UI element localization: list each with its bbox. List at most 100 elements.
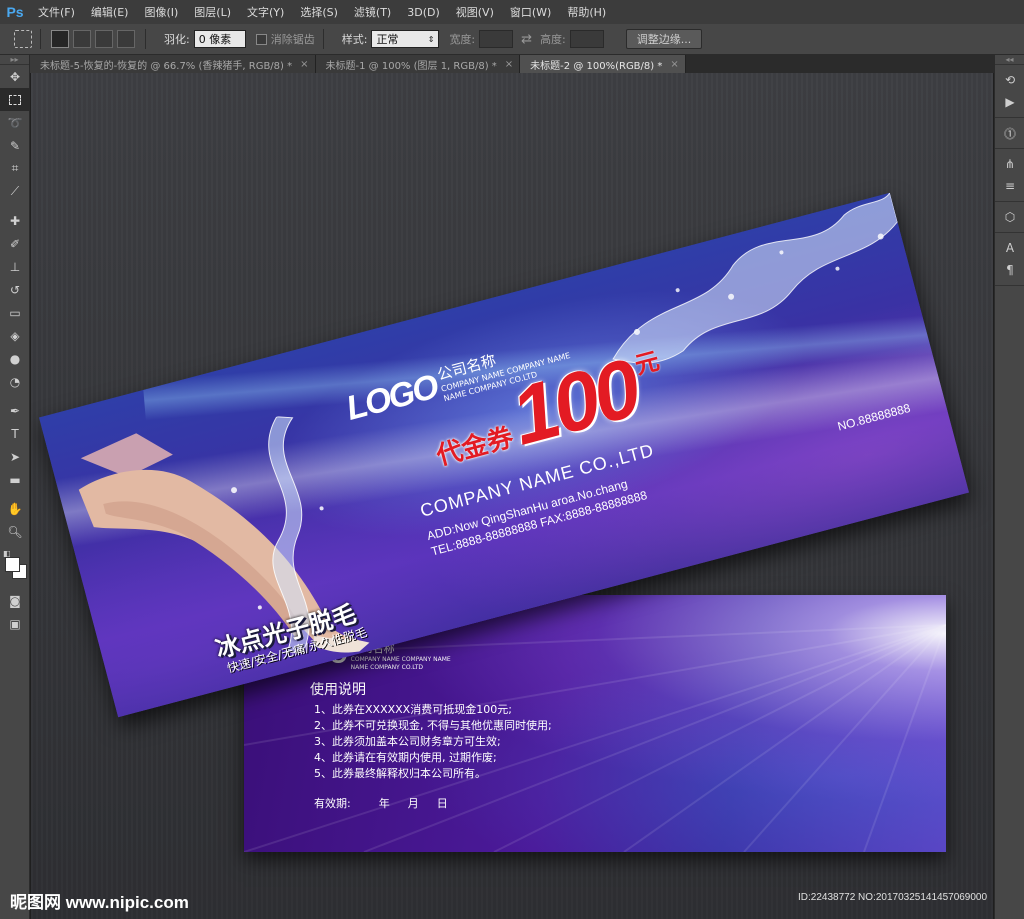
marquee-preset-icon[interactable] [14, 30, 32, 48]
new-selection-icon[interactable] [51, 30, 69, 48]
3d-panel-icon[interactable]: ⬡ [995, 206, 1024, 228]
antialias-checkbox[interactable] [255, 33, 267, 45]
swap-dimensions-icon[interactable]: ⇄ [521, 32, 532, 47]
panel-grip-icon[interactable]: ▸▸ [0, 55, 29, 65]
tab-document-2[interactable]: 未标题-2 @ 100%(RGB/8) * × [520, 55, 686, 73]
zoom-tool-icon[interactable]: 🔍︎ [0, 520, 30, 543]
rule-item: 3、此券须加盖本公司财务章方可生效; [314, 735, 501, 748]
tools-panel: ▸▸ ✥ ➰ ✎ ⌗ ⟋ ✚ ✐ ⊥ ↺ ▭ ◈ ● ◔ ✒ T ➤ ▬ ✋ 🔍… [0, 55, 30, 919]
feather-input[interactable]: 0 像素 [193, 30, 246, 48]
style-select-value: 正常 [376, 33, 399, 46]
healing-brush-tool-icon[interactable]: ✚ [0, 209, 30, 232]
history-panel-icon[interactable]: ⟲ [995, 69, 1024, 91]
crop-tool-icon[interactable]: ⌗ [0, 157, 30, 180]
blur-tool-icon[interactable]: ● [0, 347, 30, 370]
usage-title: 使用说明 [310, 682, 366, 698]
move-tool-icon[interactable]: ✥ [0, 65, 30, 88]
foreground-color-swatch[interactable] [5, 557, 20, 572]
validity-line: 有效期: 年 月 日 [314, 795, 466, 811]
menu-window[interactable]: 窗口(W) [502, 4, 559, 20]
color-swatches: ◧ [0, 549, 30, 589]
menu-select[interactable]: 选择(S) [292, 4, 346, 20]
paragraph-panel-icon[interactable]: ¶ [995, 259, 1024, 281]
panel-group: ⓵ [995, 118, 1024, 149]
options-bar: 羽化: 0 像素 消除锯齿 样式: 正常 ⇕ 宽度: ⇄ 高度: 调整边缘... [0, 24, 1024, 55]
divider [40, 29, 41, 49]
intersect-selection-icon[interactable] [117, 30, 135, 48]
width-label: 宽度: [449, 33, 476, 46]
panel-group: ⟲ ▶ [995, 65, 1024, 118]
lasso-tool-icon[interactable]: ➰ [0, 111, 30, 134]
panel-group: ⬡ [995, 202, 1024, 233]
add-selection-icon[interactable] [73, 30, 91, 48]
brush-panel-icon[interactable]: ⋔ [995, 153, 1024, 175]
adjustments-panel-icon[interactable]: ≡ [995, 175, 1024, 197]
tab-document-1[interactable]: 未标题-1 @ 100% (图层 1, RGB/8) * × [315, 55, 521, 73]
app-logo: Ps [6, 4, 24, 20]
tab-document-5[interactable]: 未标题-5-恢复的-恢复的 @ 66.7% (香辣猪手, RGB/8) * × [30, 55, 316, 73]
tab-label: 未标题-5-恢复的-恢复的 @ 66.7% (香辣猪手, RGB/8) * [40, 60, 293, 72]
validity-day: 日 [436, 797, 448, 810]
menu-file[interactable]: 文件(F) [30, 4, 83, 20]
validity-year: 年 [378, 797, 390, 810]
panel-group: A ¶ [995, 233, 1024, 286]
rule-item: 4、此券请在有效期内使用, 过期作废; [314, 751, 497, 764]
rectangle-tool-icon[interactable]: ▬ [0, 468, 30, 491]
brush-tool-icon[interactable]: ✐ [0, 232, 30, 255]
document-canvas[interactable]: LOGO 公司名称 COMPANY NAME COMPANY NAME NAME… [31, 73, 993, 919]
menu-edit[interactable]: 编辑(E) [83, 4, 137, 20]
rule-item: 5、此券最终解释权归本公司所有。 [314, 767, 486, 780]
path-select-tool-icon[interactable]: ➤ [0, 445, 30, 468]
validity-month: 月 [407, 797, 419, 810]
watermark-left: 昵图网 www.nipic.com [10, 893, 189, 912]
menu-bar: Ps 文件(F) 编辑(E) 图像(I) 图层(L) 文字(Y) 选择(S) 滤… [0, 0, 1024, 24]
usage-rules: 1、此券在XXXXXX消费可抵现金100元; 2、此券不可兑换现金, 不得与其他… [314, 702, 552, 782]
history-brush-tool-icon[interactable]: ↺ [0, 278, 30, 301]
info-panel-icon[interactable]: ⓵ [995, 122, 1024, 144]
watermark-right: ID:22438772 NO:20170325141457069000 [798, 892, 988, 903]
tab-label: 未标题-2 @ 100%(RGB/8) * [530, 60, 663, 72]
clone-stamp-tool-icon[interactable]: ⊥ [0, 255, 30, 278]
close-icon[interactable]: × [505, 59, 513, 70]
type-tool-icon[interactable]: T [0, 422, 30, 445]
marquee-tool-icon[interactable] [0, 88, 30, 111]
character-panel-icon[interactable]: A [995, 237, 1024, 259]
photoshop-window: Ps 文件(F) 编辑(E) 图像(I) 图层(L) 文字(Y) 选择(S) 滤… [0, 0, 1024, 919]
subtract-selection-icon[interactable] [95, 30, 113, 48]
select-arrows-icon: ⇕ [427, 34, 435, 44]
height-input[interactable] [569, 30, 604, 48]
divider [322, 29, 324, 49]
paint-bucket-tool-icon[interactable]: ◈ [0, 324, 30, 347]
company-name-en: NAME COMPANY CO.LTD [350, 664, 424, 671]
close-icon[interactable]: × [670, 59, 678, 70]
panel-grip-icon[interactable]: ◂◂ [995, 55, 1024, 65]
refine-edge-button[interactable]: 调整边缘... [625, 29, 703, 49]
quick-mask-icon[interactable]: ◙ [0, 589, 30, 612]
width-input[interactable] [479, 30, 514, 48]
actions-panel-icon[interactable]: ▶ [995, 91, 1024, 113]
menu-layer[interactable]: 图层(L) [186, 4, 239, 20]
menu-filter[interactable]: 滤镜(T) [346, 4, 399, 20]
pen-tool-icon[interactable]: ✒ [0, 399, 30, 422]
close-icon[interactable]: × [300, 59, 308, 70]
panel-group: ⋔ ≡ [995, 149, 1024, 202]
divider [145, 29, 146, 49]
menu-type[interactable]: 文字(Y) [239, 4, 292, 20]
style-label: 样式: [341, 33, 368, 46]
menu-view[interactable]: 视图(V) [448, 4, 502, 20]
hand-tool-icon[interactable]: ✋ [0, 497, 30, 520]
menu-3d[interactable]: 3D(D) [399, 6, 448, 19]
menu-help[interactable]: 帮助(H) [559, 4, 614, 20]
feather-label: 羽化: [164, 33, 190, 46]
panel-dock: ◂◂ ⟲ ▶ ⓵ ⋔ ≡ ⬡ A ¶ [994, 55, 1024, 919]
quick-select-tool-icon[interactable]: ✎ [0, 134, 30, 157]
company-name-en: COMPANY NAME COMPANY NAME [350, 656, 451, 663]
style-select[interactable]: 正常 ⇕ [371, 30, 440, 48]
dodge-tool-icon[interactable]: ◔ [0, 370, 30, 393]
antialias-label: 消除锯齿 [270, 33, 315, 46]
eraser-tool-icon[interactable]: ▭ [0, 301, 30, 324]
eyedropper-tool-icon[interactable]: ⟋ [0, 180, 30, 203]
screen-mode-icon[interactable]: ▣ [0, 612, 30, 635]
menu-image[interactable]: 图像(I) [136, 4, 186, 20]
rule-item: 2、此券不可兑换现金, 不得与其他优惠同时使用; [314, 719, 552, 732]
